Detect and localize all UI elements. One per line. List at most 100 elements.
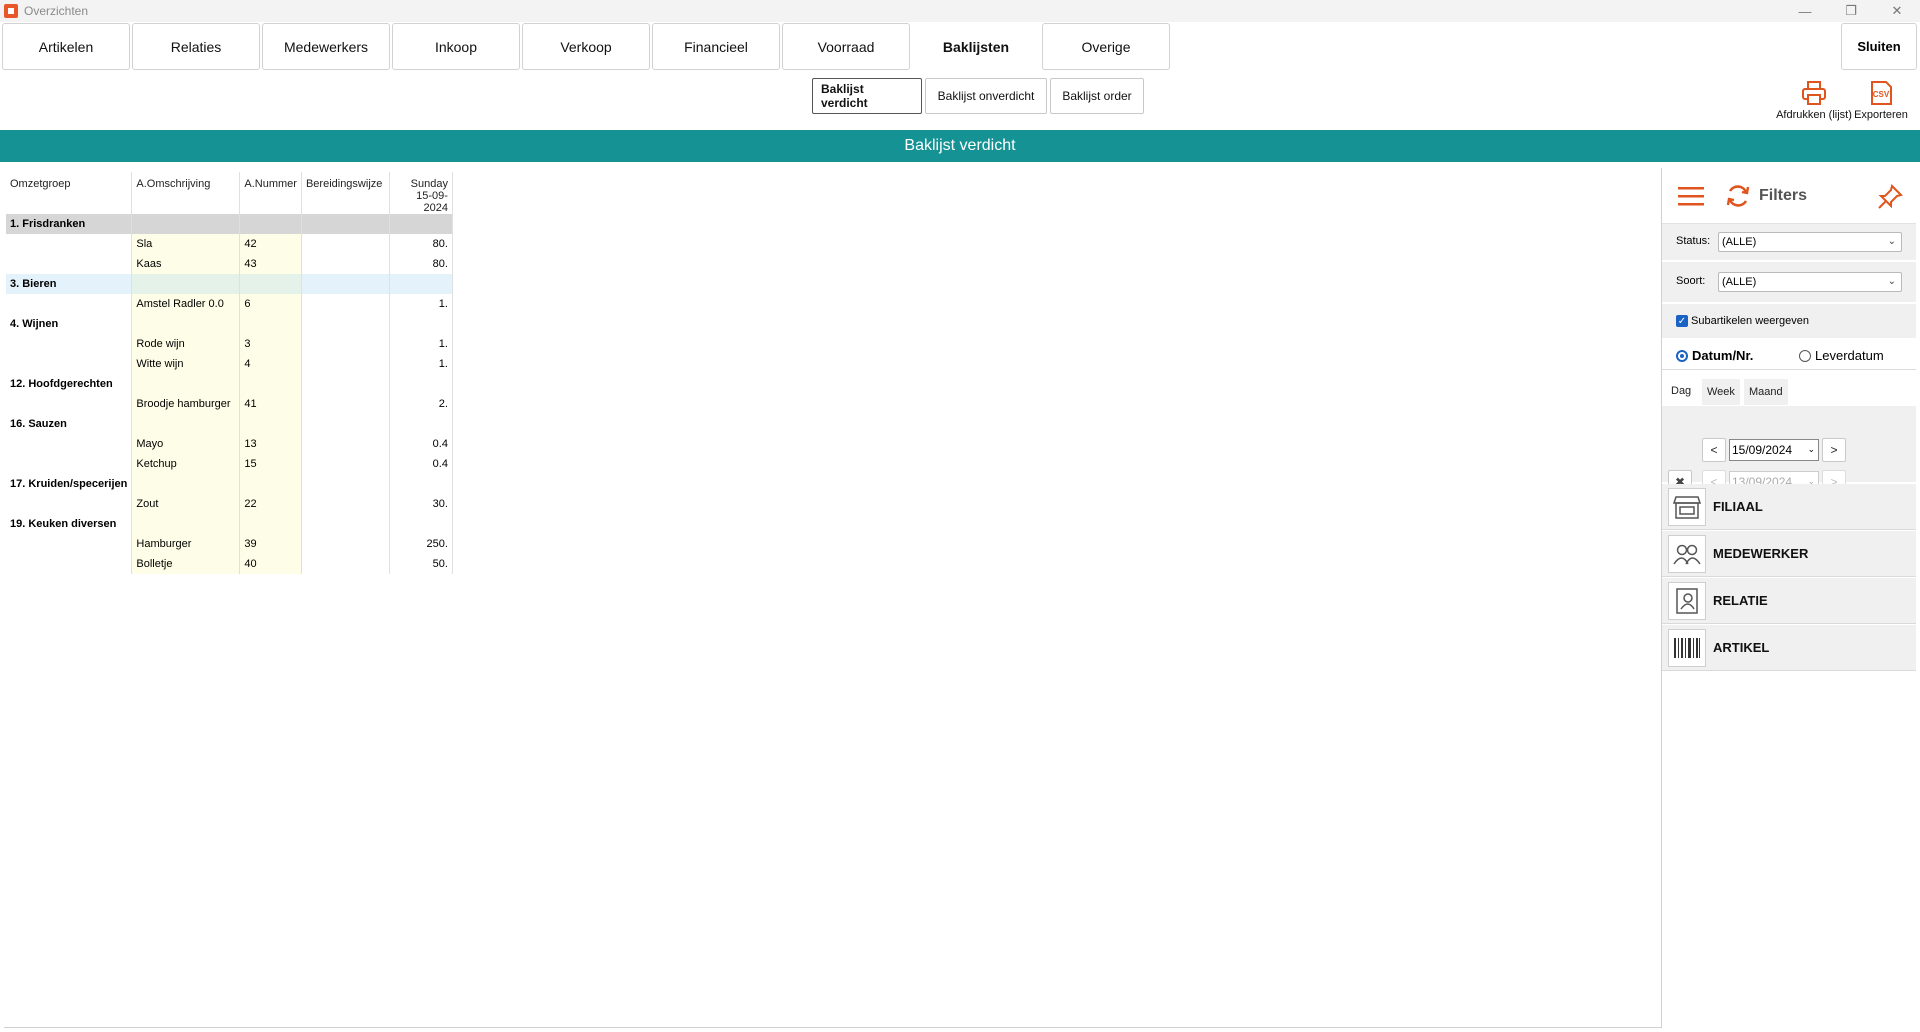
- radio-datum-label: Datum/Nr.: [1692, 348, 1754, 363]
- table-row[interactable]: Sla 42 80.: [6, 234, 453, 254]
- cell-nummer: 39: [239, 534, 302, 554]
- csv-file-icon: CSV: [1871, 81, 1892, 105]
- tab-medewerkers[interactable]: Medewerkers: [262, 23, 390, 70]
- table-group-row[interactable]: 16. Sauzen: [6, 414, 453, 434]
- col-nummer[interactable]: A.Nummer: [239, 172, 302, 214]
- cell-omzetgroep: [6, 394, 133, 414]
- cell-empty: [301, 414, 390, 434]
- cell-omzetgroep: [6, 294, 133, 314]
- table-row[interactable]: Witte wijn 4 1.: [6, 354, 453, 374]
- col-omzetgroep[interactable]: Omzetgroep: [6, 172, 133, 214]
- cell-omschrijving: Zout: [131, 494, 241, 514]
- subartikelen-checkbox[interactable]: ✓: [1676, 315, 1688, 327]
- tab-inkoop[interactable]: Inkoop: [392, 23, 520, 70]
- tab-week[interactable]: Week: [1702, 379, 1740, 405]
- cell-nummer: 15: [239, 454, 302, 474]
- cell-omschrijving: Sla: [131, 234, 241, 254]
- tab-artikelen[interactable]: Artikelen: [2, 23, 130, 70]
- cell-empty: [301, 514, 390, 534]
- printer-icon: [1802, 81, 1826, 105]
- restore-icon[interactable]: ❐: [1828, 0, 1874, 22]
- export-button[interactable]: CSV Exporteren: [1852, 80, 1910, 121]
- table-group-row[interactable]: 4. Wijnen: [6, 314, 453, 334]
- table-row[interactable]: Mayo 13 0.4: [6, 434, 453, 454]
- report-table: Omzetgroep A.Omschrijving A.Nummer Berei…: [6, 172, 453, 574]
- filter-artikel[interactable]: ARTIKEL: [1662, 625, 1916, 671]
- export-label: Exporteren: [1854, 109, 1908, 121]
- cell-value: 80.: [389, 254, 453, 274]
- radio-leverdatum[interactable]: Leverdatum: [1799, 348, 1884, 363]
- tab-overige[interactable]: Overige: [1042, 23, 1170, 70]
- cell-omschrijving: Rode wijn: [131, 334, 241, 354]
- table-group-row[interactable]: 1. Frisdranken: [6, 214, 453, 234]
- status-value: (ALLE): [1722, 236, 1757, 248]
- cell-omzetgroep: [6, 554, 133, 574]
- table-row[interactable]: Ketchup 15 0.4: [6, 454, 453, 474]
- table-group-row[interactable]: 17. Kruiden/specerijen: [6, 474, 453, 494]
- tab-maand[interactable]: Maand: [1744, 379, 1788, 405]
- cell-bereidingswijze: [301, 454, 390, 474]
- filter-relatie-label: RELATIE: [1713, 593, 1768, 608]
- cell-empty: [239, 274, 302, 294]
- table-row[interactable]: Bolletje 40 50.: [6, 554, 453, 574]
- table-row[interactable]: Kaas 43 80.: [6, 254, 453, 274]
- cell-omzetgroep: 3. Bieren: [6, 274, 133, 294]
- cell-omschrijving: Kaas: [131, 254, 241, 274]
- cell-empty: [389, 414, 453, 434]
- table-row[interactable]: Broodje hamburger 41 2.: [6, 394, 453, 414]
- tab-financieel[interactable]: Financieel: [652, 23, 780, 70]
- table-row[interactable]: Rode wijn 3 1.: [6, 334, 453, 354]
- filter-medewerker[interactable]: MEDEWERKER: [1662, 531, 1916, 577]
- print-button[interactable]: Afdrukken (lijst): [1766, 80, 1862, 121]
- cell-value: 2.: [389, 394, 453, 414]
- table-group-row[interactable]: 19. Keuken diversen: [6, 514, 453, 534]
- table-row[interactable]: Hamburger 39 250.: [6, 534, 453, 554]
- cell-nummer: 13: [239, 434, 302, 454]
- table-group-row[interactable]: 12. Hoofdgerechten: [6, 374, 453, 394]
- cell-nummer: 6: [239, 294, 302, 314]
- next-date-button[interactable]: >: [1822, 438, 1846, 462]
- table-row[interactable]: Amstel Radler 0.0 6 1.: [6, 294, 453, 314]
- subartikelen-row[interactable]: ✓ Subartikelen weergeven: [1662, 304, 1916, 338]
- tab-baklijsten[interactable]: Baklijsten: [912, 23, 1040, 70]
- radio-datum[interactable]: Datum/Nr.: [1676, 348, 1753, 363]
- table-row[interactable]: Zout 22 30.: [6, 494, 453, 514]
- cell-bereidingswijze: [301, 534, 390, 554]
- col-bereidingswijze[interactable]: Bereidingswijze: [301, 172, 390, 214]
- tab-baklijst-verdicht[interactable]: Baklijst verdicht: [812, 78, 922, 114]
- date-from-input[interactable]: 15/09/2024 ⌄: [1729, 439, 1819, 461]
- soort-select[interactable]: (ALLE) ⌄: [1718, 272, 1902, 292]
- cell-empty: [131, 414, 241, 434]
- tab-baklijst-onverdicht[interactable]: Baklijst onverdicht: [925, 78, 1047, 114]
- col-date[interactable]: Sunday 15-09-2024: [389, 172, 453, 214]
- tab-dag[interactable]: Dag: [1666, 378, 1696, 404]
- hamburger-menu-icon[interactable]: [1678, 186, 1704, 206]
- prev-date-button[interactable]: <: [1702, 438, 1726, 462]
- tab-verkoop[interactable]: Verkoop: [522, 23, 650, 70]
- cell-empty: [301, 374, 390, 394]
- col-omschrijving[interactable]: A.Omschrijving: [131, 172, 241, 214]
- status-select[interactable]: (ALLE) ⌄: [1718, 232, 1902, 252]
- filter-relatie[interactable]: RELATIE: [1662, 578, 1916, 624]
- pin-icon[interactable]: [1876, 183, 1904, 211]
- cell-omzetgroep: 12. Hoofdgerechten: [6, 374, 133, 394]
- report-panel: Omzetgroep A.Omschrijving A.Nummer Berei…: [4, 168, 1662, 1028]
- tab-relaties[interactable]: Relaties: [132, 23, 260, 70]
- close-button[interactable]: Sluiten: [1841, 23, 1917, 70]
- minimize-icon[interactable]: —: [1782, 0, 1828, 22]
- cell-nummer: 40: [239, 554, 302, 574]
- cell-empty: [131, 474, 241, 494]
- cell-omzetgroep: 17. Kruiden/specerijen: [6, 474, 133, 494]
- cell-bereidingswijze: [301, 354, 390, 374]
- cell-empty: [301, 474, 390, 494]
- subartikelen-label: Subartikelen weergeven: [1691, 315, 1810, 327]
- table-header-row: Omzetgroep A.Omschrijving A.Nummer Berei…: [6, 172, 453, 214]
- close-icon[interactable]: ✕: [1874, 0, 1920, 22]
- tab-voorraad[interactable]: Voorraad: [782, 23, 910, 70]
- cell-empty: [389, 374, 453, 394]
- tab-baklijst-order[interactable]: Baklijst order: [1050, 78, 1144, 114]
- soort-label: Soort:: [1676, 275, 1706, 287]
- table-group-row[interactable]: 3. Bieren: [6, 274, 453, 294]
- refresh-icon[interactable]: [1725, 183, 1751, 209]
- filter-filiaal[interactable]: FILIAAL: [1662, 484, 1916, 530]
